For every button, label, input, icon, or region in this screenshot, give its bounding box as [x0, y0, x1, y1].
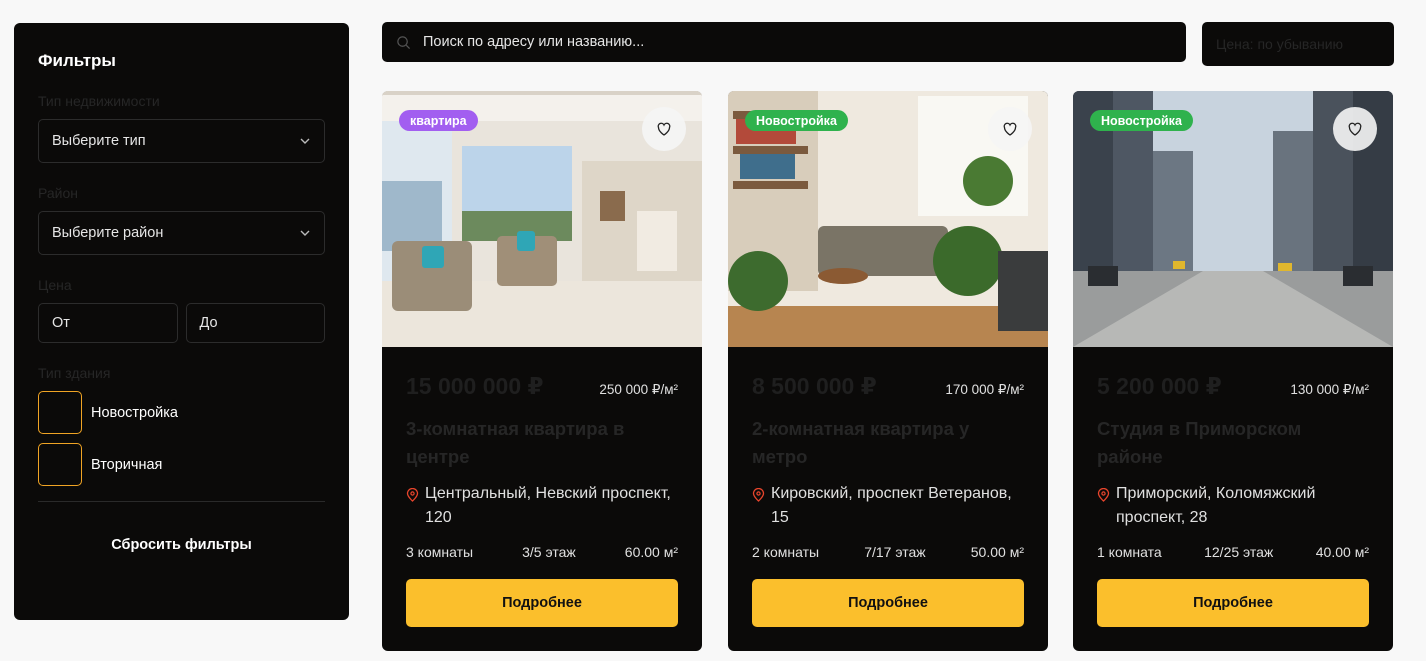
price-from-input[interactable]: От [38, 303, 178, 343]
details-button[interactable]: Подробнее [752, 579, 1024, 627]
rooms: 2 комнаты [752, 544, 820, 560]
floor: 3/5 этаж [522, 544, 576, 560]
listing-title: 3-комнатная квартира в центре [406, 418, 625, 467]
search-input[interactable]: Поиск по адресу или названию... [382, 22, 1186, 62]
listing-badge: Новостройка [745, 110, 848, 131]
search-icon [397, 35, 411, 49]
price-per-m2: 250 000 ₽/м² [599, 382, 678, 397]
price-range: От До [38, 303, 325, 343]
rooms: 3 комнаты [406, 544, 474, 560]
listing-price: 15 000 000 ₽ [406, 373, 544, 399]
listing-details: 15 000 000 ₽ 250 000 ₽/м² 3-комнатная кв… [382, 347, 702, 627]
location-pin-icon [1097, 488, 1110, 502]
price-label: Цена [38, 277, 72, 293]
filters-panel: Фильтры Тип недвижимости Выберите тип Ра… [14, 23, 349, 620]
listing-price: 8 500 000 ₽ [752, 373, 877, 399]
property-type-label: Тип недвижимости [38, 93, 160, 109]
listing-card[interactable]: Новостройка 5 200 000 ₽ 130 000 ₽/м² Сту… [1073, 91, 1393, 651]
listing-image: квартира [382, 91, 702, 347]
listing-card[interactable]: Новостройка 8 500 000 ₽ 170 000 ₽/м² 2-к… [728, 91, 1048, 651]
filters-title: Фильтры [38, 51, 116, 70]
location-pin-icon [752, 488, 765, 502]
favorite-button[interactable] [1333, 107, 1377, 151]
listing-badge: Новостройка [1090, 110, 1193, 131]
district-select[interactable]: Выберите район [38, 211, 325, 255]
district-value: Выберите район [52, 225, 164, 241]
reset-filters-button[interactable]: Сбросить фильтры [38, 537, 325, 553]
sort-select[interactable]: Цена: по убыванию [1202, 22, 1394, 66]
price-to-input[interactable]: До [185, 303, 325, 343]
heart-icon [1003, 122, 1017, 136]
district-label: Район [38, 185, 78, 201]
listing-title: Студия в Приморском районе [1097, 418, 1302, 467]
listing-details: 5 200 000 ₽ 130 000 ₽/м² Студия в Примор… [1073, 347, 1393, 627]
checkbox-label: Новостройка [91, 404, 178, 421]
listing-title: 2-комнатная квартира у метро [752, 418, 970, 467]
checkbox-label: Вторичная [91, 456, 163, 473]
building-type-option[interactable]: Вторичная [38, 443, 325, 486]
heart-icon [1348, 122, 1362, 136]
property-type-value: Выберите тип [52, 133, 146, 149]
area: 50.00 м² [970, 544, 1024, 560]
listing-specs: 2 комнаты 7/17 этаж 50.00 м² [752, 544, 1024, 560]
listing-image: Новостройка [1073, 91, 1393, 347]
address-text: Приморский, Коломяжский проспект, 28 [1116, 485, 1316, 526]
listing-badge: квартира [399, 110, 478, 131]
address-text: Центральный, Невский проспект, 120 [425, 485, 671, 526]
sort-value: Цена: по убыванию [1216, 36, 1344, 52]
details-button[interactable]: Подробнее [1097, 579, 1369, 627]
checkbox[interactable] [38, 391, 82, 434]
property-type-select[interactable]: Выберите тип [38, 119, 325, 163]
area: 40.00 м² [1315, 544, 1369, 560]
listing-price: 5 200 000 ₽ [1097, 373, 1222, 399]
building-type-option[interactable]: Новостройка [38, 391, 325, 434]
floor: 7/17 этаж [864, 544, 926, 560]
chevron-down-icon [300, 138, 310, 144]
building-type-label: Тип здания [38, 365, 111, 381]
location-pin-icon [406, 488, 419, 502]
price-to-placeholder: До [199, 315, 218, 331]
favorite-button[interactable] [642, 107, 686, 151]
listing-specs: 1 комната 12/25 этаж 40.00 м² [1097, 544, 1369, 560]
price-from-placeholder: От [52, 315, 70, 331]
price-per-m2: 130 000 ₽/м² [1290, 382, 1369, 397]
listing-address: Кировский, проспект Ветеранов, 15 [752, 482, 1024, 530]
heart-icon [657, 122, 671, 136]
listing-specs: 3 комнаты 3/5 этаж 60.00 м² [406, 544, 678, 560]
listing-card[interactable]: квартира 15 000 000 ₽ 250 000 ₽/м² 3-ком… [382, 91, 702, 651]
details-button[interactable]: Подробнее [406, 579, 678, 627]
listing-details: 8 500 000 ₽ 170 000 ₽/м² 2-комнатная ква… [728, 347, 1048, 627]
chevron-down-icon [300, 230, 310, 236]
favorite-button[interactable] [988, 107, 1032, 151]
area: 60.00 м² [624, 544, 678, 560]
listing-address: Центральный, Невский проспект, 120 [406, 482, 678, 530]
divider [38, 501, 325, 502]
checkbox[interactable] [38, 443, 82, 486]
floor: 12/25 этаж [1204, 544, 1274, 560]
listing-image: Новостройка [728, 91, 1048, 347]
price-per-m2: 170 000 ₽/м² [945, 382, 1024, 397]
search-placeholder: Поиск по адресу или названию... [423, 34, 645, 50]
listing-address: Приморский, Коломяжский проспект, 28 [1097, 482, 1369, 530]
rooms: 1 комната [1097, 544, 1162, 560]
address-text: Кировский, проспект Ветеранов, 15 [771, 485, 1012, 526]
